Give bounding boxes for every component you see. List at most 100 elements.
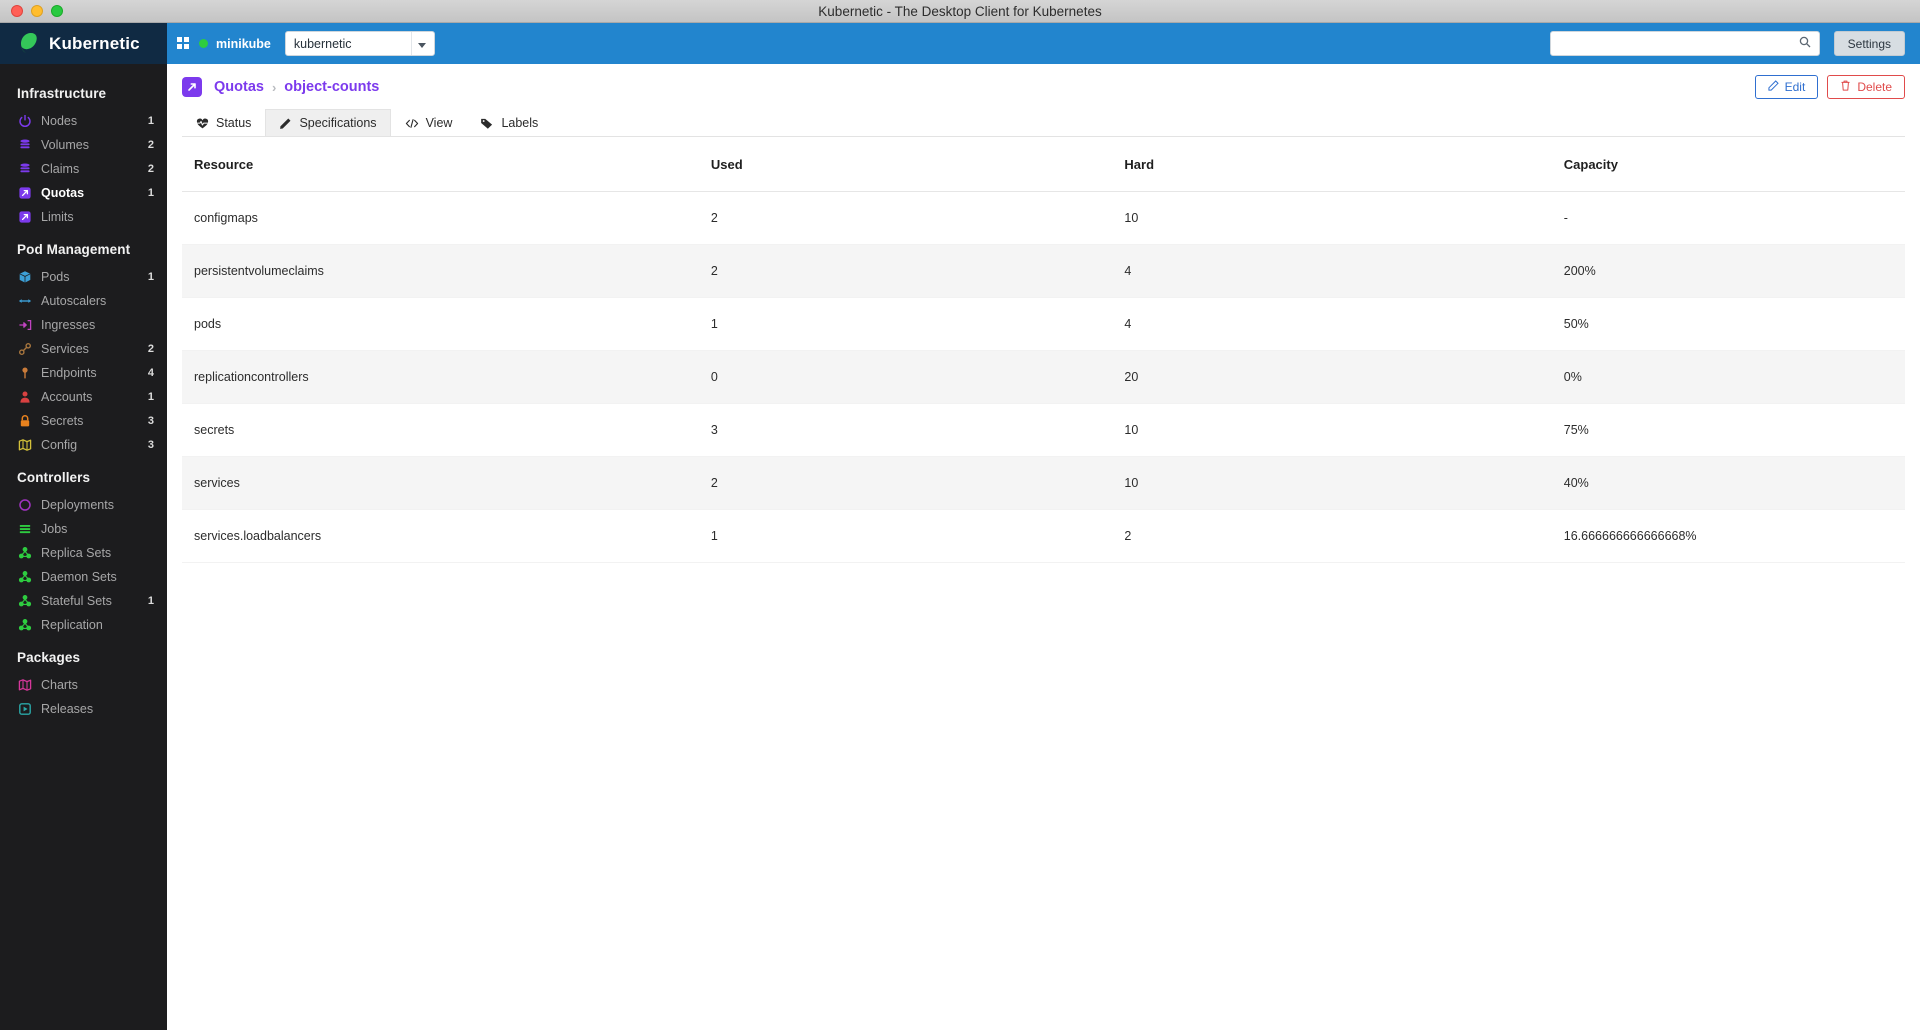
cell-resource: services.loadbalancers [182,509,699,563]
sidebar-item-count: 1 [147,187,154,199]
power-icon [17,114,32,129]
table-row[interactable]: secrets 3 10 75% [182,403,1905,457]
table-row[interactable]: persistentvolumeclaims 2 4 200% [182,244,1905,298]
quota-table-container: Resource Used Hard Capacity configmaps 2 1… [182,137,1905,1030]
lines-icon [17,522,32,537]
cell-resource: services [182,456,699,510]
sidebar-item-limits[interactable]: Limits [0,205,167,229]
tag-icon [480,117,494,130]
window-controls [0,5,63,17]
sidebar-item-releases[interactable]: Releases [0,697,167,721]
sidebar-group-title: Pod Management [17,242,131,257]
cell-hard: 4 [1112,244,1552,298]
table-header-row: Resource Used Hard Capacity [182,137,1905,192]
sidebar-item-label: Volumes [41,138,89,152]
sidebar-item-endpoints[interactable]: Endpoints 4 [0,361,167,385]
sidebar-item-claims[interactable]: Claims 2 [0,157,167,181]
minimize-window-button[interactable] [31,5,43,17]
tab-label: Labels [501,116,539,130]
sidebar-item-count: 1 [147,115,154,127]
sidebar-group-title: Packages [17,650,81,665]
sidebar-item-pods[interactable]: Pods 1 [0,265,167,289]
sidebar-item-secrets[interactable]: Secrets 3 [0,409,167,433]
table-row[interactable]: configmaps 2 10- [182,191,1905,245]
sidebar-item-count: 3 [147,415,154,427]
sidebar-item-label: Charts [41,678,78,692]
sidebar-item-services[interactable]: Services 2 [0,337,167,361]
cell-hard: 20 [1112,350,1552,404]
settings-button[interactable]: Settings [1833,31,1905,56]
sidebar-item-daemon-sets[interactable]: Daemon Sets [0,565,167,589]
sidebar-item-quotas[interactable]: Quotas 1 [0,181,167,205]
sidebar-item-stateful-sets[interactable]: Stateful Sets 1 [0,589,167,613]
cell-resource: replicationcontrollers [182,350,699,404]
sidebar-item-label: Stateful Sets [41,594,112,608]
page-header: Quotas › object-counts Edit Delete [182,64,1905,110]
sidebar-item-accounts[interactable]: Accounts 1 [0,385,167,409]
cell-resource: persistentvolumeclaims [182,244,699,298]
search-box[interactable] [1549,31,1820,56]
circle-icon [17,498,32,513]
map-icon [17,438,32,453]
sidebar: Kubernetic Infrastructure Nodes 1 Volumes 2 C… [0,23,167,1030]
window-body: Kubernetic Infrastructure Nodes 1 Volumes 2 C… [0,23,1920,1030]
sidebar-item-replication[interactable]: Replication [0,613,167,637]
main-area: minikube kubernetic Settings Quotas › ob… [167,23,1920,1030]
cell-used: 2 [698,456,1113,510]
cell-capacity: 0% [1551,350,1905,404]
table-row[interactable]: pods 1 4 50% [182,297,1905,351]
namespace-select[interactable]: kubernetic [284,31,435,56]
table-row[interactable]: services 2 10 40% [182,456,1905,510]
sidebar-item-charts[interactable]: Charts [0,673,167,697]
cluster-indicator[interactable]: minikube [199,37,285,51]
close-window-button[interactable] [11,5,23,17]
maximize-window-button[interactable] [51,5,63,17]
sidebar-item-ingresses[interactable]: Ingresses [0,313,167,337]
grid-menu-icon[interactable] [167,37,199,50]
namespace-value: kubernetic [293,36,352,51]
search-input[interactable] [1558,36,1799,51]
breadcrumb-root[interactable]: Quotas [214,79,264,95]
sidebar-item-label: Endpoints [41,366,97,380]
table-row[interactable]: services.loadbalancers 1 2 16.6666666666666… [182,509,1905,563]
user-icon [17,390,32,405]
tab-labels[interactable]: Labels [466,109,552,136]
tab-view[interactable]: View [391,109,467,136]
sidebar-item-autoscalers[interactable]: Autoscalers [0,289,167,313]
sidebar-item-nodes[interactable]: Nodes 1 [0,109,167,133]
edit-button[interactable]: Edit [1754,75,1819,99]
page-actions: Edit Delete [1754,75,1905,99]
sidebar-item-count: 1 [147,271,154,283]
sidebar-item-config[interactable]: Config 3 [0,433,167,457]
sidebar-item-jobs[interactable]: Jobs [0,517,167,541]
topbar: minikube kubernetic Settings [167,23,1920,64]
tab-specifications[interactable]: Specifications [265,109,391,136]
quota-icon [17,210,32,225]
cluster-icon [17,594,32,609]
sidebar-item-volumes[interactable]: Volumes 2 [0,133,167,157]
arrows-icon [17,294,32,309]
sidebar-item-deployments[interactable]: Deployments [0,493,167,517]
sidebar-item-label: Deployments [41,498,114,512]
pin-icon [17,366,32,381]
tab-label: View [425,116,453,130]
cube-icon [17,270,32,285]
cell-capacity: 200% [1551,244,1905,298]
sidebar-item-label: Ingresses [41,318,96,332]
table-head: Resource Used Hard Capacity [182,137,1905,192]
cluster-status-icon [199,39,208,48]
cell-used: 1 [698,509,1113,563]
cell-hard: 2 [1112,509,1552,563]
chevron-down-icon [417,35,426,53]
cell-capacity: 40% [1551,456,1905,510]
sidebar-item-count: 2 [147,163,154,175]
cell-capacity: 50% [1551,297,1905,351]
brand-header: Kubernetic [0,23,167,64]
column-header-used: Used [698,137,1113,192]
delete-button[interactable]: Delete [1827,75,1905,99]
table-row[interactable]: replicationcontrollers 0 20 0% [182,350,1905,404]
sidebar-item-replica-sets[interactable]: Replica Sets [0,541,167,565]
cell-hard: 4 [1112,297,1552,351]
edit-button-label: Edit [1784,80,1806,94]
tab-status[interactable]: Status [182,109,265,136]
